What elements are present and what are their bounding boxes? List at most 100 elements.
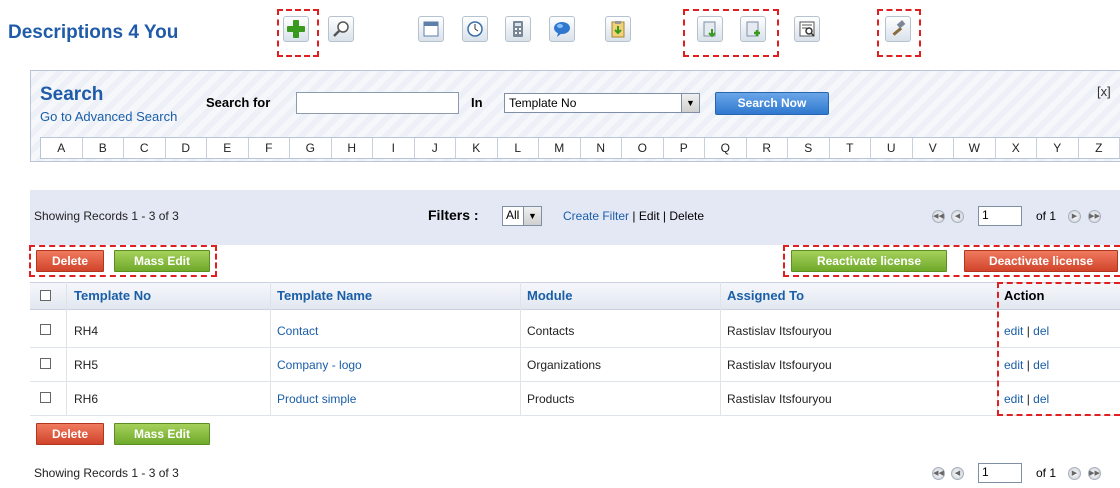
- highlight-settings: [877, 9, 921, 57]
- highlight-action-column: [997, 282, 1120, 416]
- find-duplicates-button[interactable]: [794, 16, 820, 42]
- cell-template-no: RH5: [74, 358, 99, 372]
- highlight-delete-massedit: [29, 245, 217, 277]
- row-checkbox[interactable]: [40, 392, 51, 403]
- prev-page-icon[interactable]: ◀: [951, 210, 964, 223]
- cell-template-name-link[interactable]: Product simple: [277, 392, 356, 406]
- in-label: In: [471, 95, 483, 110]
- alpha-letter[interactable]: C: [124, 138, 166, 158]
- advanced-search-link[interactable]: Go to Advanced Search: [40, 109, 177, 124]
- cell-assigned-to: Rastislav Itsfouryou: [727, 324, 832, 338]
- alpha-letter[interactable]: N: [581, 138, 622, 158]
- cell-module: Contacts: [527, 324, 575, 338]
- row-checkbox[interactable]: [40, 358, 51, 369]
- highlight-add: [277, 9, 319, 57]
- cell-template-no: RH4: [74, 324, 99, 338]
- chevron-down-icon: ▼: [523, 207, 541, 225]
- alpha-letter[interactable]: E: [207, 138, 249, 158]
- clock-button[interactable]: [462, 16, 488, 42]
- edit-filter-link[interactable]: Edit: [639, 209, 660, 223]
- alpha-letter[interactable]: D: [166, 138, 207, 158]
- clock-icon: [467, 21, 483, 37]
- last-page-icon[interactable]: ▶▶: [1088, 210, 1101, 223]
- alpha-letter[interactable]: I: [373, 138, 415, 158]
- alpha-letter[interactable]: S: [788, 138, 830, 158]
- select-all-checkbox[interactable]: [40, 290, 51, 301]
- records-count-bottom: Showing Records 1 - 3 of 3: [34, 466, 179, 480]
- create-filter-link[interactable]: Create Filter: [563, 209, 629, 223]
- search-button[interactable]: [328, 16, 354, 42]
- records-count-top: Showing Records 1 - 3 of 3: [34, 209, 179, 223]
- alpha-letter[interactable]: K: [456, 138, 498, 158]
- col-assigned-to[interactable]: Assigned To: [727, 288, 804, 303]
- search-title: Search: [40, 84, 104, 105]
- next-page-icon[interactable]: ▶: [1068, 467, 1081, 480]
- alpha-letter[interactable]: L: [498, 138, 539, 158]
- prev-page-icon[interactable]: ◀: [951, 467, 964, 480]
- search-for-label: Search for: [206, 95, 271, 110]
- search-field-selected: Template No: [509, 96, 577, 110]
- alpha-letter[interactable]: Q: [705, 138, 747, 158]
- first-page-icon[interactable]: ◀◀: [932, 210, 945, 223]
- next-page-icon[interactable]: ▶: [1068, 210, 1081, 223]
- alpha-letter[interactable]: X: [996, 138, 1037, 158]
- page-number-input[interactable]: 1: [978, 206, 1022, 226]
- search-now-button[interactable]: Search Now: [715, 92, 829, 115]
- search-input[interactable]: [296, 92, 459, 114]
- calendar-button[interactable]: [418, 16, 444, 42]
- alpha-letter[interactable]: F: [249, 138, 290, 158]
- cell-template-name-link[interactable]: Contact: [277, 324, 318, 338]
- alpha-letter[interactable]: A: [41, 138, 83, 158]
- last-page-icon[interactable]: ▶▶: [1088, 467, 1101, 480]
- highlight-import-export: [683, 9, 779, 57]
- cell-template-name-link[interactable]: Company - logo: [277, 358, 362, 372]
- filter-selected: All: [506, 208, 520, 222]
- delete-filter-link[interactable]: Delete: [669, 209, 704, 223]
- table-row: [30, 314, 1120, 348]
- alpha-letter[interactable]: Y: [1037, 138, 1079, 158]
- alpha-letter[interactable]: P: [664, 138, 705, 158]
- filter-actions: Create Filter | Edit | Delete: [563, 209, 704, 223]
- separator: |: [632, 209, 636, 223]
- search-field-select[interactable]: Template No ▼: [504, 93, 700, 113]
- alpha-letter[interactable]: T: [830, 138, 871, 158]
- calculator-icon: [513, 21, 523, 37]
- alpha-letter[interactable]: U: [871, 138, 913, 158]
- cell-template-no: RH6: [74, 392, 99, 406]
- delete-button-bottom[interactable]: Delete: [36, 423, 104, 445]
- chat-button[interactable]: [549, 16, 575, 42]
- alpha-letter[interactable]: G: [290, 138, 332, 158]
- table-header: [30, 282, 1120, 310]
- page-of-label: of 1: [1036, 209, 1057, 223]
- page-of-label: of 1: [1036, 466, 1057, 480]
- alpha-letter[interactable]: O: [622, 138, 664, 158]
- row-checkbox[interactable]: [40, 324, 51, 335]
- alpha-letter[interactable]: J: [415, 138, 456, 158]
- cell-module: Products: [527, 392, 575, 406]
- alpha-letter[interactable]: V: [913, 138, 954, 158]
- col-module[interactable]: Module: [527, 288, 573, 303]
- cell-module: Organizations: [527, 358, 602, 372]
- filter-select[interactable]: All ▼: [502, 206, 542, 226]
- cell-assigned-to: Rastislav Itsfouryou: [727, 358, 832, 372]
- col-template-no[interactable]: Template No: [74, 288, 151, 303]
- alpha-letter[interactable]: M: [539, 138, 581, 158]
- mass-edit-button-bottom[interactable]: Mass Edit: [114, 423, 210, 445]
- first-page-icon[interactable]: ◀◀: [932, 467, 945, 480]
- alpha-letter[interactable]: H: [332, 138, 373, 158]
- col-template-name[interactable]: Template Name: [277, 288, 372, 303]
- column-divider: [520, 282, 521, 416]
- calendar-icon: [423, 21, 439, 37]
- alpha-letter[interactable]: R: [747, 138, 788, 158]
- column-divider: [66, 282, 67, 416]
- alpha-letter[interactable]: Z: [1079, 138, 1120, 158]
- calculator-button[interactable]: [505, 16, 531, 42]
- page-number-input-bottom[interactable]: 1: [978, 463, 1022, 483]
- clipboard-import-button[interactable]: [605, 16, 631, 42]
- column-divider: [270, 282, 271, 416]
- cell-assigned-to: Rastislav Itsfouryou: [727, 392, 832, 406]
- alpha-letter[interactable]: B: [83, 138, 124, 158]
- close-search-button[interactable]: [x]: [1097, 84, 1111, 99]
- alpha-letter[interactable]: W: [954, 138, 996, 158]
- alphabet-filter: A B C D E F G H I J K L M N O P Q R S T …: [40, 137, 1120, 159]
